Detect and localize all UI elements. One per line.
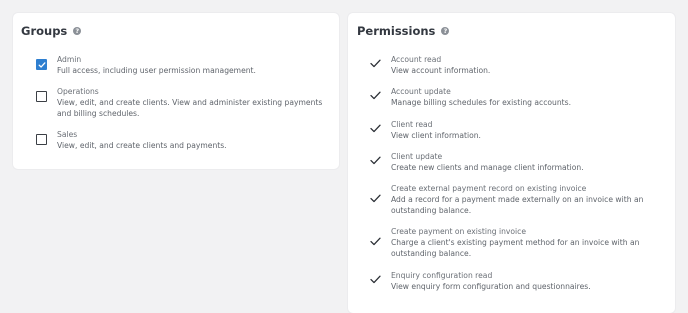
group-name: Sales bbox=[57, 130, 78, 139]
checkmark-icon bbox=[370, 91, 381, 100]
group-description: View, edit, and create clients. View and… bbox=[57, 98, 323, 118]
sales-checkbox[interactable] bbox=[36, 134, 47, 145]
checkmark-icon bbox=[38, 62, 46, 68]
help-icon[interactable]: ? bbox=[73, 27, 82, 35]
permission-name: Client read bbox=[391, 120, 433, 129]
permission-description: Manage billing schedules for existing ac… bbox=[391, 98, 571, 107]
permission-name: Account read bbox=[391, 55, 442, 64]
permissions-title-text: Permissions bbox=[357, 24, 436, 38]
permissions-panel: Permissions ? Account read View account … bbox=[348, 13, 675, 313]
checkmark-icon bbox=[370, 59, 381, 68]
permissions-title: Permissions ? bbox=[357, 24, 450, 38]
group-name: Admin bbox=[57, 55, 82, 64]
permission-name: Enquiry configuration read bbox=[391, 271, 493, 280]
checkmark-icon bbox=[370, 124, 381, 133]
groups-title-text: Groups bbox=[21, 24, 68, 38]
permission-name: Create payment on existing invoice bbox=[391, 227, 527, 236]
groups-panel: Groups ? Admin Full access, including us… bbox=[13, 13, 339, 169]
checkmark-icon bbox=[370, 237, 381, 246]
checkmark-icon bbox=[370, 156, 381, 165]
permission-description: View enquiry form configuration and ques… bbox=[391, 282, 591, 291]
permission-description: Add a record for a payment made external… bbox=[391, 195, 644, 215]
permission-description: View account information. bbox=[391, 66, 491, 75]
group-description: Full access, including user permission m… bbox=[57, 66, 256, 75]
permission-description: Create new clients and manage client inf… bbox=[391, 163, 584, 172]
permission-name: Account update bbox=[391, 87, 451, 96]
permission-name: Client update bbox=[391, 152, 443, 161]
group-description: View, edit, and create clients and payme… bbox=[57, 141, 227, 150]
permission-description: Charge a client's existing payment metho… bbox=[391, 238, 640, 258]
checkmark-icon bbox=[370, 194, 381, 203]
group-name: Operations bbox=[57, 87, 99, 96]
permission-name: Create external payment record on existi… bbox=[391, 184, 587, 193]
admin-checkbox[interactable] bbox=[36, 59, 47, 70]
permission-description: View client information. bbox=[391, 131, 481, 140]
operations-checkbox[interactable] bbox=[36, 91, 47, 102]
checkmark-icon bbox=[370, 275, 381, 284]
groups-title: Groups ? bbox=[21, 24, 82, 38]
help-icon[interactable]: ? bbox=[441, 27, 450, 35]
